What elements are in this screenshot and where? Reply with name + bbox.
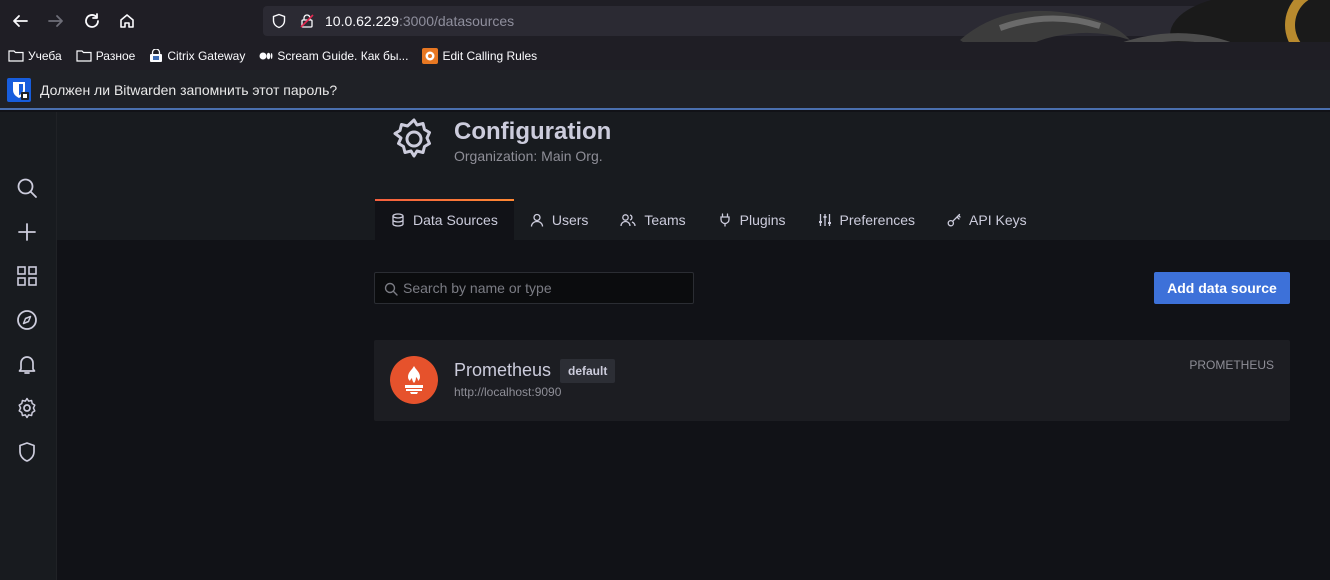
tab-users[interactable]: Users — [514, 199, 605, 240]
plus-icon[interactable] — [15, 220, 39, 244]
tab-label: Plugins — [739, 211, 786, 228]
tab-label: Data Sources — [413, 211, 498, 228]
server-admin-icon[interactable] — [15, 440, 39, 464]
forward-icon[interactable] — [44, 9, 68, 33]
plug-icon — [719, 212, 730, 227]
page-subtitle: Organization: Main Org. — [454, 148, 603, 164]
bookmark-folder[interactable]: Разное — [76, 49, 136, 63]
configuration-icon[interactable] — [15, 396, 39, 420]
explore-icon[interactable] — [15, 308, 39, 332]
bookmark-label: Citrix Gateway — [167, 49, 246, 63]
bitwarden-prompt-text: Должен ли Bitwarden запомнить этот парол… — [40, 82, 338, 98]
tab-data-sources[interactable]: Data Sources — [375, 199, 514, 240]
bookmark-label: Учеба — [28, 49, 62, 63]
users-icon — [620, 213, 637, 226]
url-host: 10.0.62.229 — [325, 13, 399, 29]
grafana-sidebar — [0, 112, 57, 580]
search-icon — [384, 282, 398, 296]
browser-toolbar: 10.0.62.229:3000/datasources — [0, 0, 1330, 70]
search-icon[interactable] — [15, 176, 39, 200]
citrix-icon — [150, 49, 163, 62]
tab-label: Users — [551, 211, 589, 228]
tab-label: API Keys — [969, 211, 1027, 228]
calling-rules-icon — [422, 48, 439, 64]
database-icon — [392, 212, 404, 227]
folder-icon — [76, 50, 92, 62]
tab-label: Teams — [644, 211, 686, 228]
bookmark-label: Scream Guide. Как бы... — [277, 49, 409, 63]
key-icon — [947, 213, 961, 226]
datasource-url: http://localhost:9090 — [454, 385, 562, 399]
url-path: :3000/datasources — [398, 13, 515, 29]
tab-label: Preferences — [839, 211, 916, 228]
user-icon — [530, 213, 543, 227]
page-title: Configuration — [454, 118, 612, 145]
dashboards-icon[interactable] — [15, 264, 39, 288]
datasource-card[interactable]: Prometheus default http://localhost:9090… — [374, 340, 1290, 421]
bookmark-link[interactable]: Scream Guide. Как бы... — [259, 49, 408, 63]
datasource-name: Prometheus — [454, 360, 552, 380]
bookmark-folder[interactable]: Учеба — [8, 49, 62, 63]
medium-icon — [259, 52, 273, 60]
bookmark-link[interactable]: Edit Calling Rules — [422, 48, 537, 64]
prometheus-logo-icon — [390, 356, 438, 404]
tab-plugins[interactable]: Plugins — [702, 199, 802, 240]
folder-icon — [8, 50, 24, 62]
reload-icon[interactable] — [80, 9, 104, 33]
bookmarks-bar: Учеба Разное Citrix Gateway Scream Guide… — [0, 42, 1330, 70]
datasource-type: PROMETHEUS — [1189, 358, 1274, 372]
url-text: 10.0.62.229:3000/datasources — [325, 13, 514, 29]
alerting-icon[interactable] — [15, 352, 39, 376]
tab-api-keys[interactable]: API Keys — [931, 199, 1043, 240]
tracking-protection-icon[interactable] — [271, 13, 287, 29]
add-data-source-button[interactable]: Add data source — [1154, 272, 1290, 304]
back-icon[interactable] — [8, 9, 32, 33]
datasource-search[interactable] — [374, 272, 694, 304]
config-tabs: Data Sources Users Teams Plugins Prefere… — [375, 199, 1043, 240]
tab-preferences[interactable]: Preferences — [802, 199, 931, 240]
bitwarden-shield-icon — [7, 78, 31, 102]
bitwarden-notification-bar: Должен ли Bitwarden запомнить этот парол… — [0, 70, 1330, 110]
default-badge: default — [560, 359, 616, 383]
bookmark-label: Edit Calling Rules — [442, 49, 538, 63]
search-input[interactable] — [403, 273, 689, 303]
bookmark-label: Разное — [95, 49, 136, 63]
tab-teams[interactable]: Teams — [604, 199, 701, 240]
insecure-lock-icon[interactable] — [299, 13, 315, 29]
configuration-icon — [392, 117, 436, 161]
bookmark-link[interactable]: Citrix Gateway — [149, 49, 245, 63]
sliders-icon — [818, 213, 831, 226]
home-icon[interactable] — [115, 9, 139, 33]
